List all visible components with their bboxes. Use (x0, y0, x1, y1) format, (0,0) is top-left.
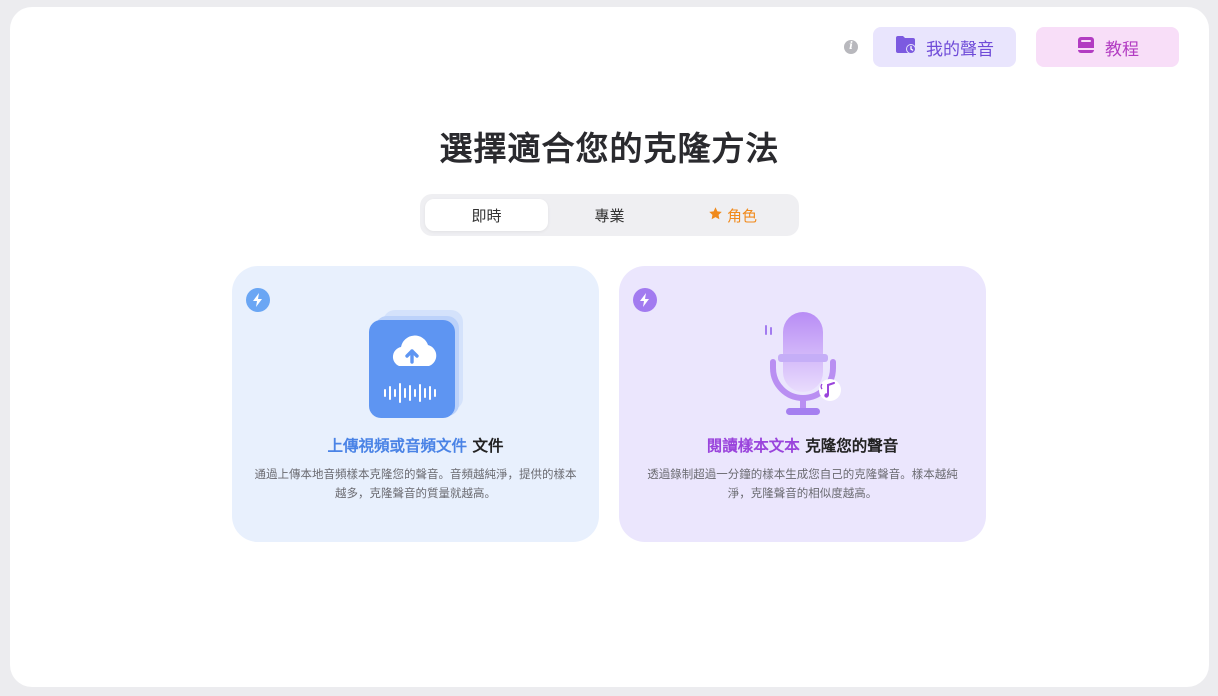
main-panel: i 我的聲音 教程 選擇適合您的克隆方法 即時 專業 角色 上傳視頻或音頻文件 … (10, 7, 1209, 687)
info-icon[interactable]: i (844, 40, 858, 54)
tab-role-label: 角色 (726, 206, 757, 225)
tutorial-label: 教程 (1105, 39, 1139, 60)
clone-method-tabs: 即時 專業 角色 (420, 194, 799, 236)
tab-instant-label: 即時 (471, 206, 502, 225)
star-icon (708, 206, 723, 225)
microphone-illustration (619, 304, 986, 419)
book-icon (1076, 35, 1096, 60)
upload-card-title-highlight: 上傳視頻或音頻文件 (327, 437, 468, 455)
tab-instant[interactable]: 即時 (425, 199, 548, 231)
page-title: 選擇適合您的克隆方法 (439, 129, 780, 168)
upload-file-card[interactable]: 上傳視頻或音頻文件 文件 通過上傳本地音頻樣本克隆您的聲音。音頻越純淨，提供的樣… (232, 266, 599, 542)
read-card-title: 閱讀樣本文本 克隆您的聲音 (619, 434, 986, 456)
read-card-title-highlight: 閱讀樣本文本 (706, 437, 800, 455)
upload-card-title: 上傳視頻或音頻文件 文件 (232, 434, 599, 456)
tab-role[interactable]: 角色 (671, 199, 794, 231)
tab-professional[interactable]: 專業 (548, 199, 671, 231)
my-voice-button[interactable]: 我的聲音 (873, 27, 1016, 67)
upload-illustration (232, 304, 599, 419)
read-card-title-rest: 克隆您的聲音 (799, 437, 899, 455)
upload-card-description: 通過上傳本地音頻樣本克隆您的聲音。音頻越純淨，提供的樣本越多，克隆聲音的質量就越… (254, 467, 577, 500)
upload-card-title-rest: 文件 (467, 437, 504, 455)
tab-professional-label: 專業 (594, 206, 625, 225)
read-card-description: 透過錄制超過一分鐘的樣本生成您自己的克隆聲音。樣本越純淨，克隆聲音的相似度越高。 (647, 467, 958, 500)
folder-clock-icon (895, 35, 917, 60)
tutorial-button[interactable]: 教程 (1036, 27, 1179, 67)
my-voice-label: 我的聲音 (926, 39, 994, 60)
read-text-card[interactable]: 閱讀樣本文本 克隆您的聲音 透過錄制超過一分鐘的樣本生成您自己的克隆聲音。樣本越… (619, 266, 986, 542)
